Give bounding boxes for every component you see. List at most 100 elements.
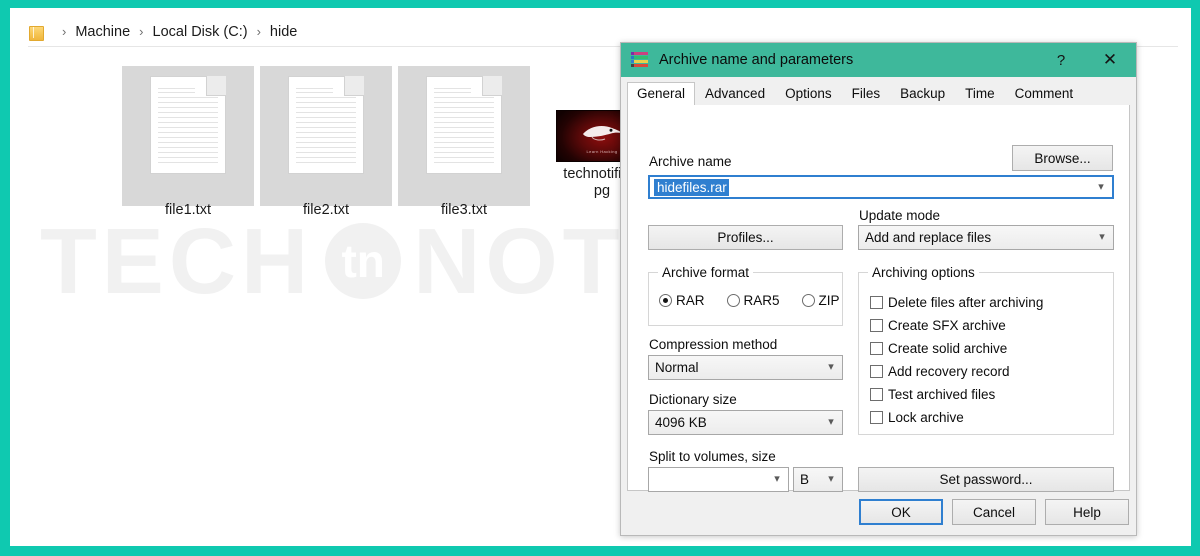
chevron-down-icon[interactable]: ▾ [766,474,788,485]
tab-backup[interactable]: Backup [890,82,956,105]
profiles-button[interactable]: Profiles... [648,225,843,250]
radio-rar5[interactable]: RAR5 [726,293,780,308]
text-document-icon [426,76,502,174]
checkbox-box-icon [870,411,883,424]
file-label: file1.txt [165,202,211,218]
checkbox-label: Add recovery record [888,364,1010,379]
browse-button[interactable]: Browse... [1012,145,1113,171]
cancel-button[interactable]: Cancel [952,499,1036,525]
checkbox-label: Delete files after archiving [888,295,1044,310]
file-thumbnail [122,66,254,206]
folder-icon [28,24,44,41]
chevron-down-icon[interactable]: ▾ [1091,232,1113,243]
checkbox-label: Create SFX archive [888,318,1006,333]
dialog-title: Archive name and parameters [659,52,854,68]
tab-options[interactable]: Options [775,82,842,105]
compression-method-select[interactable]: Normal ▾ [648,355,843,380]
split-unit-value: B [800,472,810,487]
tab-general[interactable]: General [627,82,696,106]
chevron-down-icon[interactable]: ▾ [1090,181,1112,193]
archive-format-group: Archive format RAR RAR5 ZIP [648,265,843,326]
radio-zip[interactable]: ZIP [801,293,840,308]
checkbox-add-recovery-record[interactable]: Add recovery record [870,360,1043,383]
checkbox-create-solid-archive[interactable]: Create solid archive [870,337,1043,360]
archive-format-legend: Archive format [658,265,754,280]
watermark-text-left: TECH [40,208,314,313]
set-password-button[interactable]: Set password... [858,467,1114,492]
file-thumbnail [260,66,392,206]
archive-name-and-parameters-dialog: Archive name and parameters ? ✕ General … [620,42,1137,536]
archive-name-input[interactable]: hidefiles.rar ▾ [648,175,1114,199]
chevron-down-icon[interactable]: ▾ [820,474,842,485]
dragon-logo-icon [583,126,622,141]
file-item-file3[interactable]: file3.txt [398,66,530,219]
file-thumbnail [398,66,530,206]
breadcrumb-item-machine[interactable]: Machine [75,24,130,40]
checkbox-label: Test archived files [888,387,996,402]
radio-rar[interactable]: RAR [659,293,705,308]
help-button[interactable]: ? [1038,43,1084,77]
archive-format-radios: RAR RAR5 ZIP [659,293,862,308]
checkbox-create-sfx-archive[interactable]: Create SFX archive [870,314,1043,337]
compression-method-value: Normal [655,360,699,375]
compression-method-label: Compression method [649,337,778,352]
breadcrumb-separator-1: › [139,24,144,39]
archiving-options-legend: Archiving options [868,265,979,280]
tab-advanced[interactable]: Advanced [695,82,776,105]
split-unit-select[interactable]: B ▾ [793,467,843,492]
ok-button[interactable]: OK [859,499,943,525]
tab-comment[interactable]: Comment [1004,82,1084,105]
text-document-icon [288,76,364,174]
checkbox-test-archived-files[interactable]: Test archived files [870,383,1043,406]
tab-files[interactable]: Files [841,82,891,105]
watermark-badge: tn [325,223,402,299]
archive-name-label: Archive name [649,154,732,169]
split-to-volumes-input[interactable]: ▾ [648,467,789,492]
checkbox-box-icon [870,342,883,355]
update-mode-label: Update mode [859,208,941,223]
split-to-volumes-label: Split to volumes, size [649,449,776,464]
radio-rar-label: RAR [676,293,705,308]
chevron-down-icon[interactable]: ▾ [820,362,842,373]
update-mode-select[interactable]: Add and replace files ▾ [858,225,1114,250]
checkbox-delete-files-after-archiving[interactable]: Delete files after archiving [870,291,1043,314]
checkbox-label: Lock archive [888,410,964,425]
dictionary-size-label: Dictionary size [649,392,737,407]
checkbox-label: Create solid archive [888,341,1008,356]
checkbox-box-icon [870,365,883,378]
file-label: file3.txt [441,202,487,218]
radio-dot-icon [726,294,740,307]
file-label: file2.txt [303,202,349,218]
tab-time[interactable]: Time [955,82,1005,105]
checkbox-lock-archive[interactable]: Lock archive [870,406,1043,429]
dialog-titlebar: Archive name and parameters ? ✕ [621,43,1136,77]
radio-rar5-label: RAR5 [743,293,780,308]
breadcrumb-item-hide[interactable]: hide [270,24,297,40]
archiving-options-list: Delete files after archiving Create SFX … [870,291,1043,429]
checkbox-box-icon [870,296,883,309]
breadcrumb-item-local-disk[interactable]: Local Disk (C:) [153,24,248,40]
dictionary-size-select[interactable]: 4096 KB ▾ [648,410,843,435]
breadcrumb-separator-0: › [62,24,67,39]
file-item-file1[interactable]: file1.txt [122,66,254,219]
file-label-line2: pg [593,183,611,199]
close-button[interactable]: ✕ [1084,43,1136,77]
text-document-icon [150,76,226,174]
general-tab-panel: Archive name Browse... hidefiles.rar ▾ P… [627,105,1130,492]
archive-name-value: hidefiles.rar [654,178,729,196]
help-footer-button[interactable]: Help [1045,499,1129,525]
dialog-footer: OK Cancel Help [621,491,1136,535]
update-mode-value: Add and replace files [865,230,992,245]
breadcrumb-separator-2: › [256,24,261,39]
radio-dot-icon [659,294,672,307]
dictionary-size-value: 4096 KB [655,415,707,430]
chevron-down-icon[interactable]: ▾ [820,417,842,428]
file-item-file2[interactable]: file2.txt [260,66,392,219]
radio-dot-icon [801,294,815,307]
checkbox-box-icon [870,388,883,401]
checkbox-box-icon [870,319,883,332]
archiving-options-group: Archiving options Delete files after arc… [858,265,1114,435]
winrar-books-icon [629,51,650,70]
dialog-body: General Advanced Options Files Backup Ti… [621,77,1136,535]
tab-bar: General Advanced Options Files Backup Ti… [627,82,1130,106]
